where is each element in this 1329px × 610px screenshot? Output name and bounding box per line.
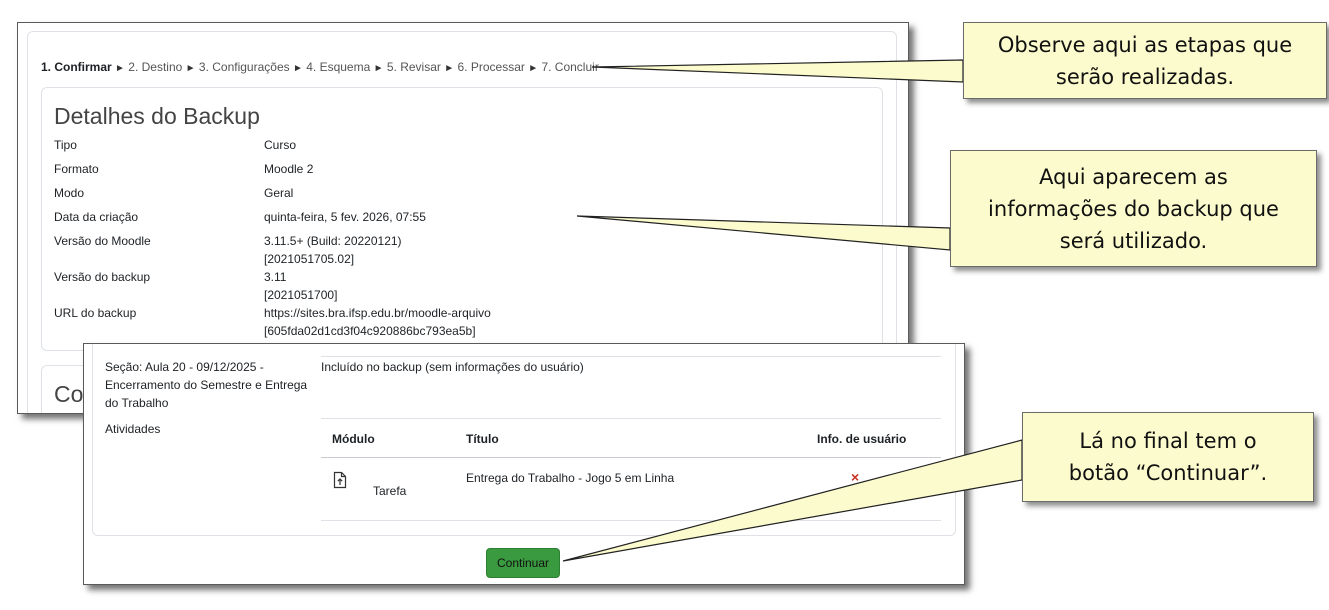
callout-info-line2: informações do backup que: [988, 196, 1279, 221]
callout-info-line3: será utilizado.: [1059, 228, 1208, 253]
callout-info: Aqui aparecem as informações do backup q…: [950, 150, 1317, 267]
callout-button-line2: botão “Continuar”.: [1068, 461, 1268, 485]
callout-button: Lá no final tem o botão “Continuar”.: [1022, 412, 1314, 502]
callout-steps: Observe aqui as etapas que serão realiza…: [963, 22, 1327, 99]
callout-button-line1: Lá no final tem o: [1079, 429, 1257, 453]
callout-steps-line2: serão realizadas.: [1055, 64, 1235, 89]
callout-steps-line1: Observe aqui as etapas que: [997, 32, 1293, 57]
callout-info-line1: Aqui aparecem as: [1039, 164, 1228, 189]
